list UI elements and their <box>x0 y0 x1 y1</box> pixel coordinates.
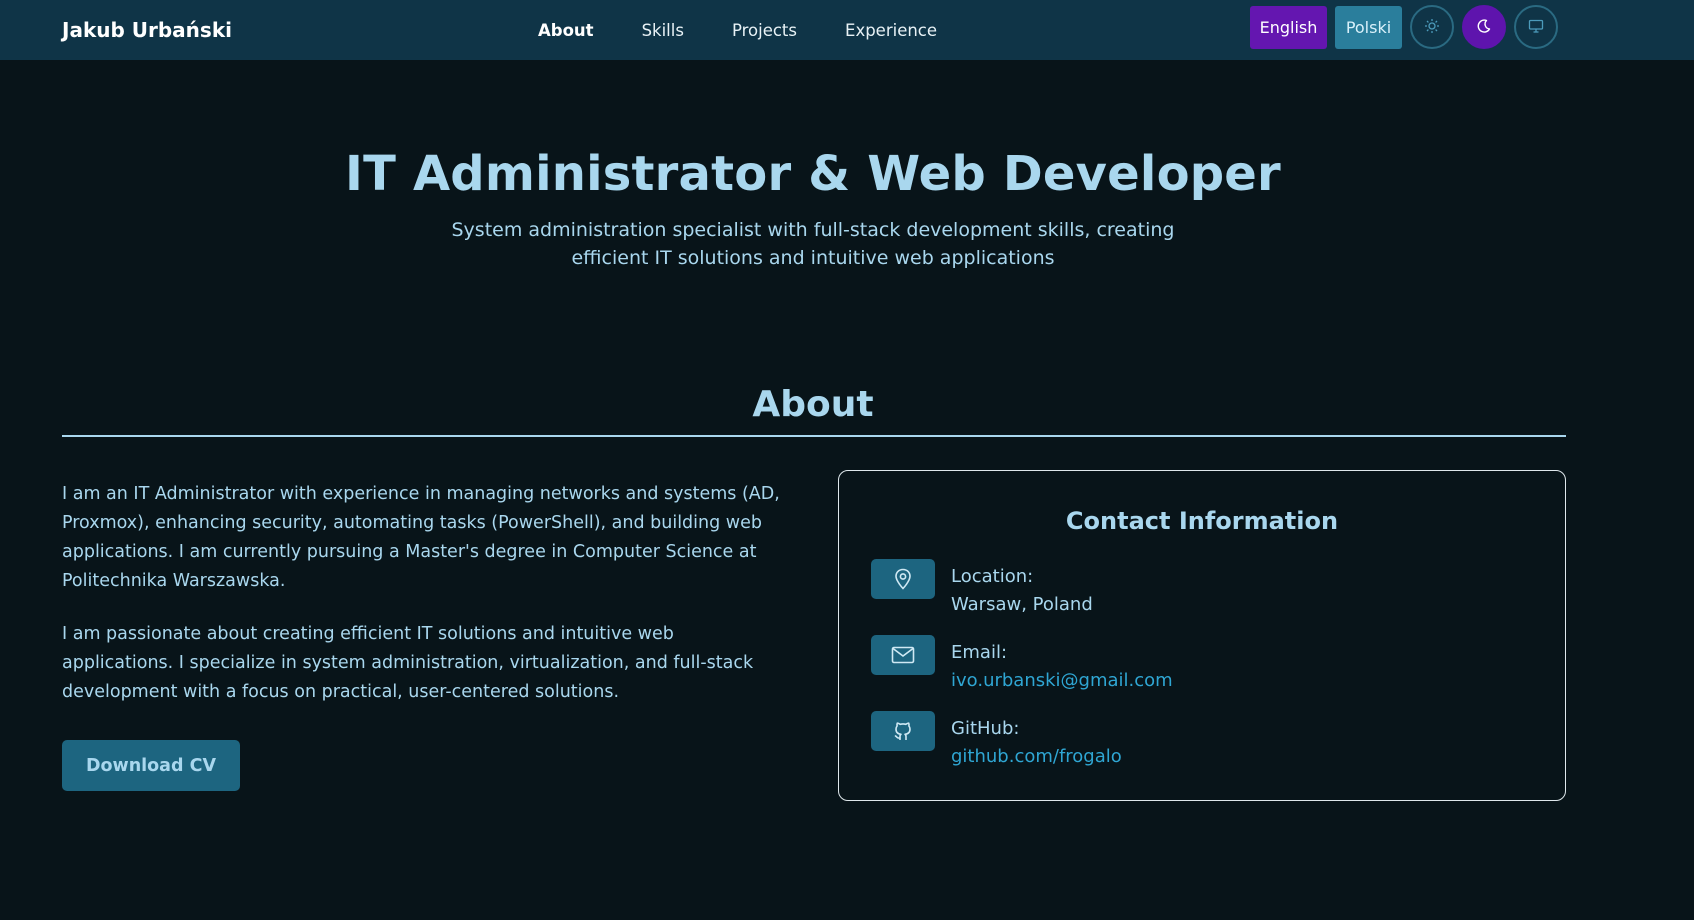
about-paragraph-2: I am passionate about creating efficient… <box>62 624 754 702</box>
location-value: Warsaw, Poland <box>951 594 1093 615</box>
dark-theme-button[interactable] <box>1462 5 1506 49</box>
email-link[interactable]: ivo.urbanski@gmail.com <box>951 667 1173 695</box>
nav-link-about[interactable]: About <box>538 21 594 40</box>
contact-row-github: GitHub: github.com/frogalo <box>871 711 1122 771</box>
top-navbar: Jakub Urbański About Skills Projects Exp… <box>0 0 1694 60</box>
about-paragraph-1: I am an IT Administrator with experience… <box>62 484 780 591</box>
brand-name[interactable]: Jakub Urbański <box>62 18 302 42</box>
contact-title: Contact Information <box>1065 507 1339 535</box>
moon-icon <box>1476 18 1492 37</box>
about-section-title: About <box>752 384 874 425</box>
monitor-icon <box>1528 18 1544 37</box>
contact-row-email: Email: ivo.urbanski@gmail.com <box>871 635 1173 695</box>
section-divider <box>62 435 1566 437</box>
light-theme-button[interactable] <box>1410 5 1454 49</box>
hero-title: IT Administrator & Web Developer <box>345 146 1281 202</box>
contact-card: Contact Information Location: Warsaw, Po… <box>838 470 1566 801</box>
nav-links: About Skills Projects Experience <box>538 0 937 60</box>
language-english-button[interactable]: English <box>1250 5 1327 49</box>
download-cv-button[interactable]: Download CV <box>62 740 240 791</box>
github-icon <box>871 711 935 751</box>
mail-icon <box>871 635 935 675</box>
email-label: Email: <box>951 642 1008 663</box>
location-label: Location: <box>951 566 1034 587</box>
nav-link-experience[interactable]: Experience <box>845 21 937 40</box>
about-text: I am an IT Administrator with experience… <box>62 480 788 731</box>
system-theme-button[interactable] <box>1514 5 1558 49</box>
nav-controls: English Polski <box>1250 5 1558 49</box>
github-label: GitHub: <box>951 718 1020 739</box>
language-polish-button[interactable]: Polski <box>1335 5 1402 49</box>
github-link[interactable]: github.com/frogalo <box>951 743 1122 771</box>
location-pin-icon <box>871 559 935 599</box>
hero-subtitle: System administration specialist with fu… <box>451 219 1175 269</box>
contact-row-location: Location: Warsaw, Poland <box>871 559 1093 619</box>
sun-icon <box>1424 18 1440 37</box>
nav-link-skills[interactable]: Skills <box>642 21 684 40</box>
nav-link-projects[interactable]: Projects <box>732 21 797 40</box>
